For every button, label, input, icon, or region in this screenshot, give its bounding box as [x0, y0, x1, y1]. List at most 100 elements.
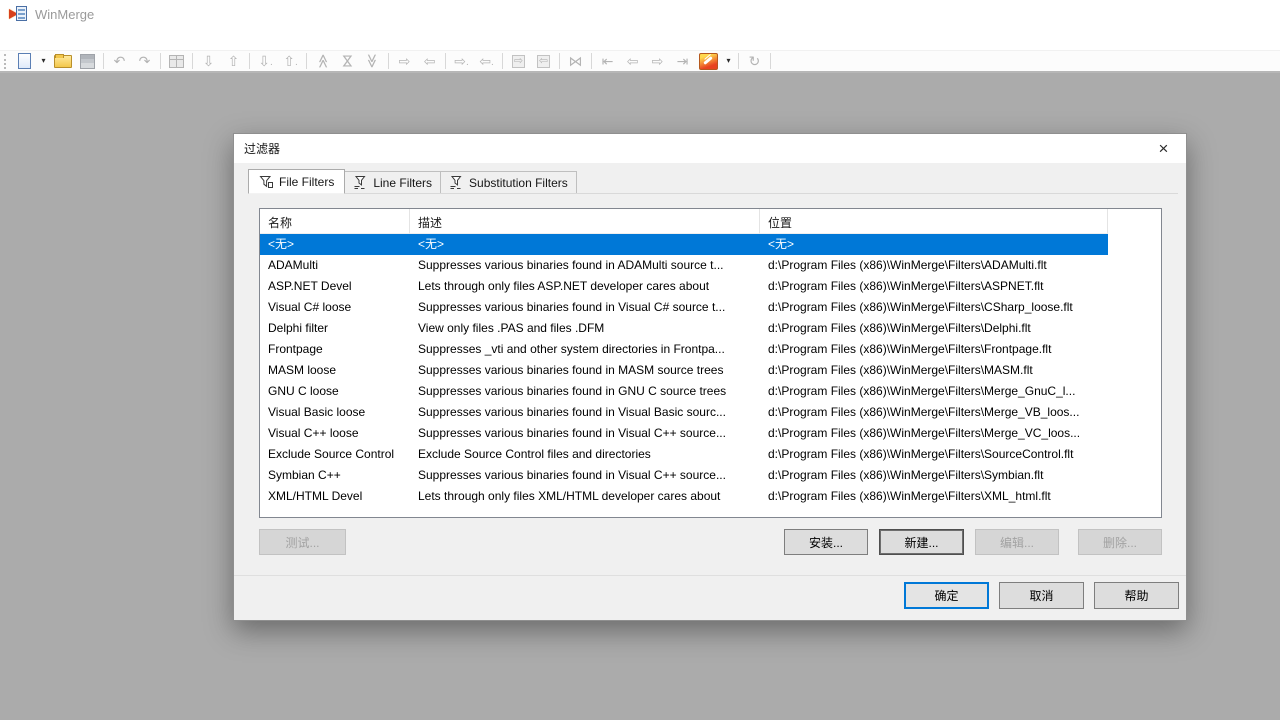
ADAMulti[interactable]: ADAMulti Suppresses various binaries fou…	[260, 255, 1108, 276]
cancel-button[interactable]: 取消	[999, 582, 1084, 609]
menu-item-help[interactable]	[110, 35, 128, 43]
filter-name: Exclude Source Control	[260, 444, 410, 465]
chevrons-up-icon: ≫	[310, 52, 335, 71]
Visual C++ loose[interactable]: Visual C++ loose Suppresses various bina…	[260, 423, 1108, 444]
filter-location: d:\Program Files (x86)\WinMerge\Filters\…	[760, 444, 1108, 465]
view-layout-icon	[164, 52, 189, 71]
filter-description: Suppresses various binaries found in Vis…	[410, 297, 760, 318]
MASM loose[interactable]: MASM loose Suppresses various binaries f…	[260, 360, 1108, 381]
toolbar-separator	[770, 53, 771, 69]
ok-button[interactable]: 确定	[904, 582, 989, 609]
app-titlebar[interactable]: WinMerge	[0, 0, 1280, 28]
GNU C loose[interactable]: GNU C loose Suppresses various binaries …	[260, 381, 1108, 402]
menu-item-tools[interactable]	[56, 35, 74, 43]
Frontpage[interactable]: Frontpage Suppresses _vti and other syst…	[260, 339, 1108, 360]
filter-location: d:\Program Files (x86)\WinMerge\Filters\…	[760, 360, 1108, 381]
tab-substitution-filters[interactable]: Substitution Filters	[440, 171, 577, 193]
Delphi filter[interactable]: Delphi filter View only files .PAS and f…	[260, 318, 1108, 339]
Visual C# loose[interactable]: Visual C# loose Suppresses various binar…	[260, 297, 1108, 318]
copy-right-and-advance-icon: ⇨	[449, 52, 474, 71]
undo-icon: ↶	[107, 52, 132, 71]
filter-location: d:\Program Files (x86)\WinMerge\Filters\…	[760, 276, 1108, 297]
options-dropdown-caret[interactable]: ▾	[722, 52, 735, 71]
tab-file-filters[interactable]: File Filters	[248, 169, 345, 194]
filter-location: d:\Program Files (x86)\WinMerge\Filters\…	[760, 423, 1108, 444]
open-folder-icon[interactable]	[50, 52, 75, 71]
Visual Basic loose[interactable]: Visual Basic loose Suppresses various bi…	[260, 402, 1108, 423]
dialog-title: 过滤器	[244, 140, 280, 157]
previous-difference-icon: ⇦	[620, 52, 645, 71]
copy-left-and-advance-icon: ⇦	[474, 52, 499, 71]
substitution-filter-funnel-icon	[449, 176, 464, 190]
filter-description: Suppresses various binaries found in MAS…	[410, 360, 760, 381]
menu-item-plugins[interactable]	[74, 35, 92, 43]
toolbar-separator	[192, 53, 193, 69]
line-filter-funnel-icon	[353, 176, 368, 190]
toolbar-separator	[502, 53, 503, 69]
toolbar-separator	[306, 53, 307, 69]
copy-down-and-advance-icon: ⇩	[253, 52, 278, 71]
copy-up-icon: ⇧	[221, 52, 246, 71]
tab-line-filters[interactable]: Line Filters	[344, 171, 441, 193]
column-header[interactable]: 描述	[410, 209, 760, 234]
app-title: WinMerge	[35, 7, 94, 22]
filter-list: 名称描述位置 <无> <无> <无> ADAMulti Suppresses v…	[259, 208, 1162, 518]
Exclude Source Control[interactable]: Exclude Source Control Exclude Source Co…	[260, 444, 1108, 465]
filter-location: <无>	[760, 234, 1108, 255]
toolbar-separator	[388, 53, 389, 69]
chevrons-collapse-icon: ⋈	[335, 52, 360, 71]
close-icon[interactable]: ×	[1141, 134, 1186, 163]
menu-item-view[interactable]	[38, 35, 56, 43]
ASP.NET Devel[interactable]: ASP.NET Devel Lets through only files AS…	[260, 276, 1108, 297]
toolbar-grip[interactable]	[4, 54, 9, 69]
last-difference-icon: ⇥	[670, 52, 695, 71]
copy-to-left-file-icon: ⇦	[531, 52, 556, 71]
first-difference-icon: ⇤	[595, 52, 620, 71]
new-file-dropdown-caret[interactable]: ▾	[37, 52, 50, 71]
filter-name: MASM loose	[260, 360, 410, 381]
install-button[interactable]: 安装...	[784, 529, 868, 555]
filter-description: Suppresses _vti and other system directo…	[410, 339, 760, 360]
new-file-icon[interactable]	[12, 52, 37, 71]
toolbar-separator	[103, 53, 104, 69]
filter-location: d:\Program Files (x86)\WinMerge\Filters\…	[760, 339, 1108, 360]
filter-tabs: File Filters Line Filters Substitution F…	[248, 168, 1178, 194]
copy-up-and-advance-icon: ⇧	[278, 52, 303, 71]
filter-name: Delphi filter	[260, 318, 410, 339]
filter-location: d:\Program Files (x86)\WinMerge\Filters\…	[760, 402, 1108, 423]
menu-item-edit[interactable]	[20, 35, 38, 43]
filter-name: Visual C++ loose	[260, 423, 410, 444]
XML/HTML Devel[interactable]: XML/HTML Devel Lets through only files X…	[260, 486, 1108, 507]
toolbar-separator	[445, 53, 446, 69]
help-button[interactable]: 帮助	[1094, 582, 1179, 609]
filter-description: Suppresses various binaries found in GNU…	[410, 381, 760, 402]
column-header[interactable]: 名称	[260, 209, 410, 234]
tab-label: Substitution Filters	[469, 176, 568, 190]
filter-description: Exclude Source Control files and directo…	[410, 444, 760, 465]
edit-button: 编辑...	[975, 529, 1059, 555]
filter-location: d:\Program Files (x86)\WinMerge\Filters\…	[760, 255, 1108, 276]
filter-name: Visual C# loose	[260, 297, 410, 318]
menubar	[0, 28, 1280, 50]
menu-item-file[interactable]	[2, 35, 20, 43]
<无>[interactable]: <无> <无> <无>	[260, 234, 1108, 255]
tab-label: Line Filters	[373, 176, 432, 190]
column-header[interactable]: 位置	[760, 209, 1108, 234]
options-icon[interactable]	[695, 52, 722, 71]
filter-description: Lets through only files XML/HTML develop…	[410, 486, 760, 507]
dialog-footer-divider	[234, 575, 1186, 576]
chevrons-down-icon: ≫	[360, 52, 385, 71]
filter-description: Lets through only files ASP.NET develope…	[410, 276, 760, 297]
new-button[interactable]: 新建...	[879, 529, 964, 555]
menu-item-window[interactable]	[92, 35, 110, 43]
toolbar: ▾↶↷⇩⇧⇩⇧≫⋈≫⇨⇦⇨⇦⇨⇦⋈⇤⇦⇨⇥▾↻	[0, 50, 1280, 73]
filter-description: <无>	[410, 234, 760, 255]
filter-name: ADAMulti	[260, 255, 410, 276]
toolbar-separator	[591, 53, 592, 69]
dialog-titlebar[interactable]: 过滤器 ×	[234, 134, 1186, 163]
toolbar-separator	[249, 53, 250, 69]
swap-panes-icon: ⋈	[563, 52, 588, 71]
filter-location: d:\Program Files (x86)\WinMerge\Filters\…	[760, 465, 1108, 486]
Symbian C++[interactable]: Symbian C++ Suppresses various binaries …	[260, 465, 1108, 486]
save-icon	[75, 52, 100, 71]
